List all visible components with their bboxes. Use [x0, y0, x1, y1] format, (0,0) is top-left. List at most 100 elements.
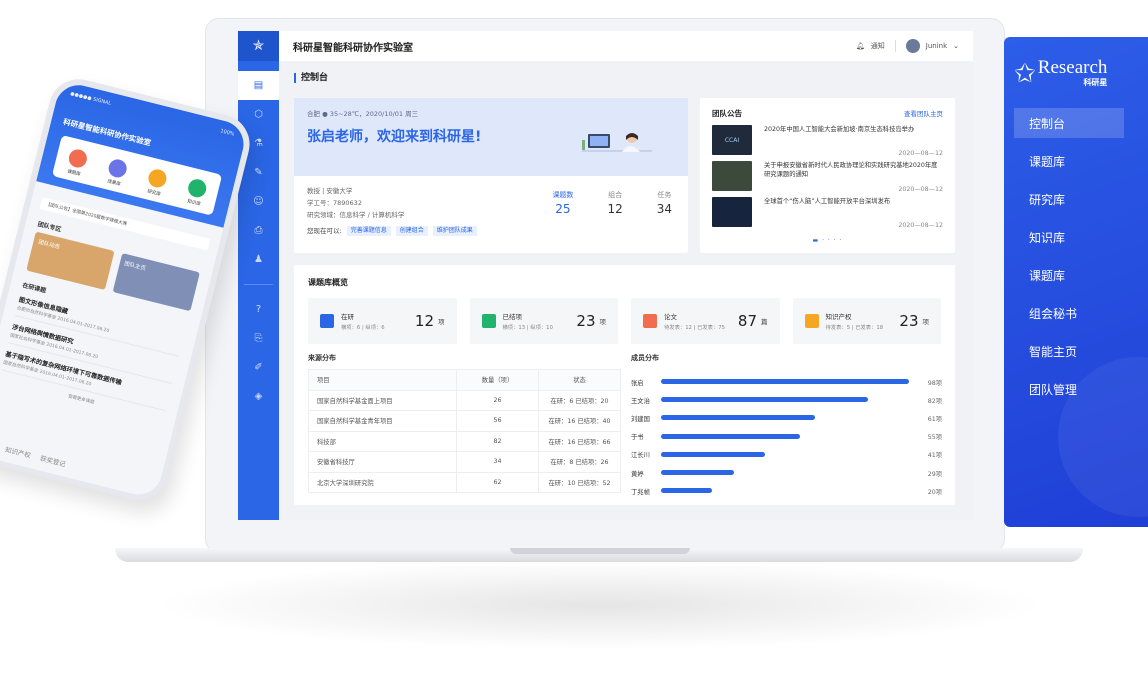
member-bar: [661, 433, 801, 439]
stage: ✯ ▤ ⬡ ⚗ ✎ ☺ ⎙ ♟ ? ⎘ ✐ ◈ 科研星智能科研协作实验室 🔔︎ …: [0, 0, 1148, 687]
kpi-unit: 项: [438, 318, 445, 326]
kpi-card[interactable]: 知识产权 待发表：5 | 已发表：18 23 项: [792, 298, 941, 344]
news-thumbnail: CCAI: [712, 125, 752, 155]
kpi-sub: 待发表：5 | 已发表：18: [825, 325, 884, 331]
kpi-card[interactable]: 已结项 横项：13 | 纵项：10 23 项: [469, 298, 618, 344]
welcome-banner: 合肥 ● 35~28℃，2020/10/01 周三 张启老师，欢迎来到科研星!: [294, 98, 688, 176]
phone-menu-label: 知识库: [186, 198, 202, 207]
bell-icon[interactable]: 🔔︎: [856, 42, 865, 50]
menu-circle-icon: [66, 147, 89, 169]
menu-circle-icon: [146, 166, 169, 189]
member-name: 丁兆帧: [631, 488, 650, 496]
pen-icon[interactable]: ✐: [238, 353, 279, 382]
panel-menu-item[interactable]: 研究库: [1004, 180, 1148, 218]
table-row[interactable]: 国家自然科学基金面上项目 26 在研：6 已结项：20: [308, 389, 621, 411]
avatar[interactable]: [905, 39, 920, 53]
stat-label: 课题数: [552, 191, 574, 199]
brand-en: Research: [1037, 57, 1108, 78]
notify-link[interactable]: 通知: [871, 41, 885, 51]
app-logo-icon[interactable]: ✯: [238, 31, 279, 61]
notice-item[interactable]: 全球首个“伤人脑”人工智能开放平台深圳发布 2020—08—12: [712, 197, 943, 229]
column-header: 数量（项）: [456, 369, 539, 391]
member-label: 成员分布: [631, 354, 659, 362]
phone-screen: ●●●●● SIGNAL 100% 科研星智能科研协作实验室 课题库 成果库 研究库…: [0, 72, 256, 507]
phone-menu-item[interactable]: 成果库: [105, 157, 129, 188]
cell-count: 56: [456, 410, 539, 432]
member-bar-track: [661, 487, 914, 495]
kpi-sub: 待发表：12 | 已发表：75: [664, 325, 726, 331]
stat-topics[interactable]: 课题数 25: [552, 189, 573, 215]
member-name: 刘建国: [631, 415, 650, 423]
phone-menu-item[interactable]: 研究库: [145, 166, 169, 198]
panel-menu-item[interactable]: 控制台: [1014, 108, 1124, 138]
member-bar-track: [661, 469, 914, 477]
cell-status: 在研：6 已结项：20: [538, 389, 621, 411]
document-icon: [643, 314, 657, 328]
member-value: 61项: [927, 415, 942, 423]
kpi-name: 论文: [664, 313, 677, 321]
member-row: 黄婷 29项: [631, 464, 942, 482]
phone-menu-item[interactable]: 课题库: [65, 147, 89, 178]
desk-illustration-icon: [582, 133, 652, 152]
stat-groups[interactable]: 组合 12: [607, 189, 622, 215]
news-date: 2020—08—12: [898, 186, 943, 193]
member-row: 张启 98项: [631, 373, 942, 391]
brand-text: Research 科研星: [1037, 57, 1108, 88]
cell-status: 在研：16 已结项：66: [538, 430, 621, 452]
member-bar: [661, 470, 735, 476]
brand-cn: 科研星: [1083, 78, 1108, 87]
stat-value: 12: [607, 202, 623, 216]
table-row[interactable]: 国家自然科学基金青年项目 56 在研：16 已结项：40: [308, 410, 621, 432]
signal-text: ●●●●● SIGNAL: [69, 90, 112, 107]
phone-menu-item[interactable]: 知识库: [185, 176, 209, 208]
kpi-card[interactable]: 论文 待发表：12 | 已发表：75 87 篇: [631, 298, 780, 344]
quick-action-complete-info[interactable]: 完善课题信息: [346, 226, 391, 236]
stat-value: 34: [656, 202, 672, 216]
panel-menu-item[interactable]: 知识库: [1004, 218, 1148, 256]
user-name[interactable]: Junink: [926, 42, 947, 50]
stat-label: 组合: [608, 191, 623, 199]
table-row[interactable]: 科技部 82 在研：16 已结项：66: [308, 430, 621, 452]
kpi-text: 知识产权 待发表：5 | 已发表：18: [826, 311, 884, 331]
weather-text: 合肥 ● 35~28℃，2020/10/01 周三: [307, 110, 419, 118]
stat-tasks[interactable]: 任务 34: [657, 189, 672, 215]
quick-action-maintain-results[interactable]: 维护团队成果: [432, 226, 477, 236]
member-bar-track: [661, 414, 914, 422]
star-logo-icon: ✩: [1014, 58, 1036, 89]
panel-menu-item[interactable]: 课题库: [1004, 256, 1148, 294]
dashboard-icon[interactable]: ▤: [238, 71, 279, 100]
member-bar: [661, 488, 712, 494]
phone-tab-ip[interactable]: 知识产权: [4, 444, 32, 460]
cell-name: 国家自然科学基金青年项目: [308, 410, 457, 432]
panel-menu-item[interactable]: 课题库: [1004, 142, 1148, 180]
kpi-card[interactable]: 在研 横项：6 | 纵项：6 12 项: [308, 298, 457, 344]
cell-status: 在研：8 已结项：26: [538, 451, 621, 473]
notice-item[interactable]: 关于申报安徽省新时代人民政协理论和实践研究基地2020年度研究课题的通知 202…: [712, 161, 943, 193]
flask-icon: [320, 314, 334, 328]
news-body: 2020年中国人工智能大会新加坡·南京生态科技岛举办 2020—08—12: [764, 125, 943, 157]
carousel-dots[interactable]: ▬ · · · ·: [712, 237, 943, 244]
cell-count: 62: [456, 471, 539, 493]
member-bar: [661, 379, 909, 385]
panel-menu-item[interactable]: 组会秘书: [1004, 294, 1148, 332]
quick-label: 您现在可以:: [307, 227, 342, 235]
quick-action-create-group[interactable]: 创建组合: [395, 226, 428, 236]
table-row[interactable]: 安徽省科技厅 34 在研：8 已结项：26: [308, 451, 621, 473]
member-value: 98项: [927, 379, 942, 387]
box-icon[interactable]: ◈: [238, 382, 279, 411]
phone-tab-awards[interactable]: 获奖登记: [39, 452, 67, 468]
team-home-link[interactable]: 查看团队主页: [904, 108, 943, 119]
kpi-unit: 篇: [761, 318, 768, 326]
welcome-card: 合肥 ● 35~28℃，2020/10/01 周三 张启老师，欢迎来到科研星! …: [294, 98, 688, 253]
member-row: 丁兆帧 20项: [631, 482, 942, 500]
news-thumbnail: [712, 161, 752, 191]
member-value: 82项: [927, 397, 942, 405]
news-title: 关于申报安徽省新时代人民政协理论和实践研究基地2020年度研究课题的通知: [764, 162, 938, 178]
table-row[interactable]: 北京大学深圳研究院 62 在研：10 已结项：52: [308, 471, 621, 493]
chevron-down-icon[interactable]: ⌄: [953, 42, 959, 50]
page-title: 控制台: [294, 73, 328, 83]
kpi-number: 23: [576, 312, 596, 330]
phone-tabs: 论文 知识产权 获奖登记: [0, 438, 67, 469]
notice-item[interactable]: CCAI 2020年中国人工智能大会新加坡·南京生态科技岛举办 2020—08—…: [712, 125, 943, 157]
member-name: 王文治: [631, 397, 650, 405]
